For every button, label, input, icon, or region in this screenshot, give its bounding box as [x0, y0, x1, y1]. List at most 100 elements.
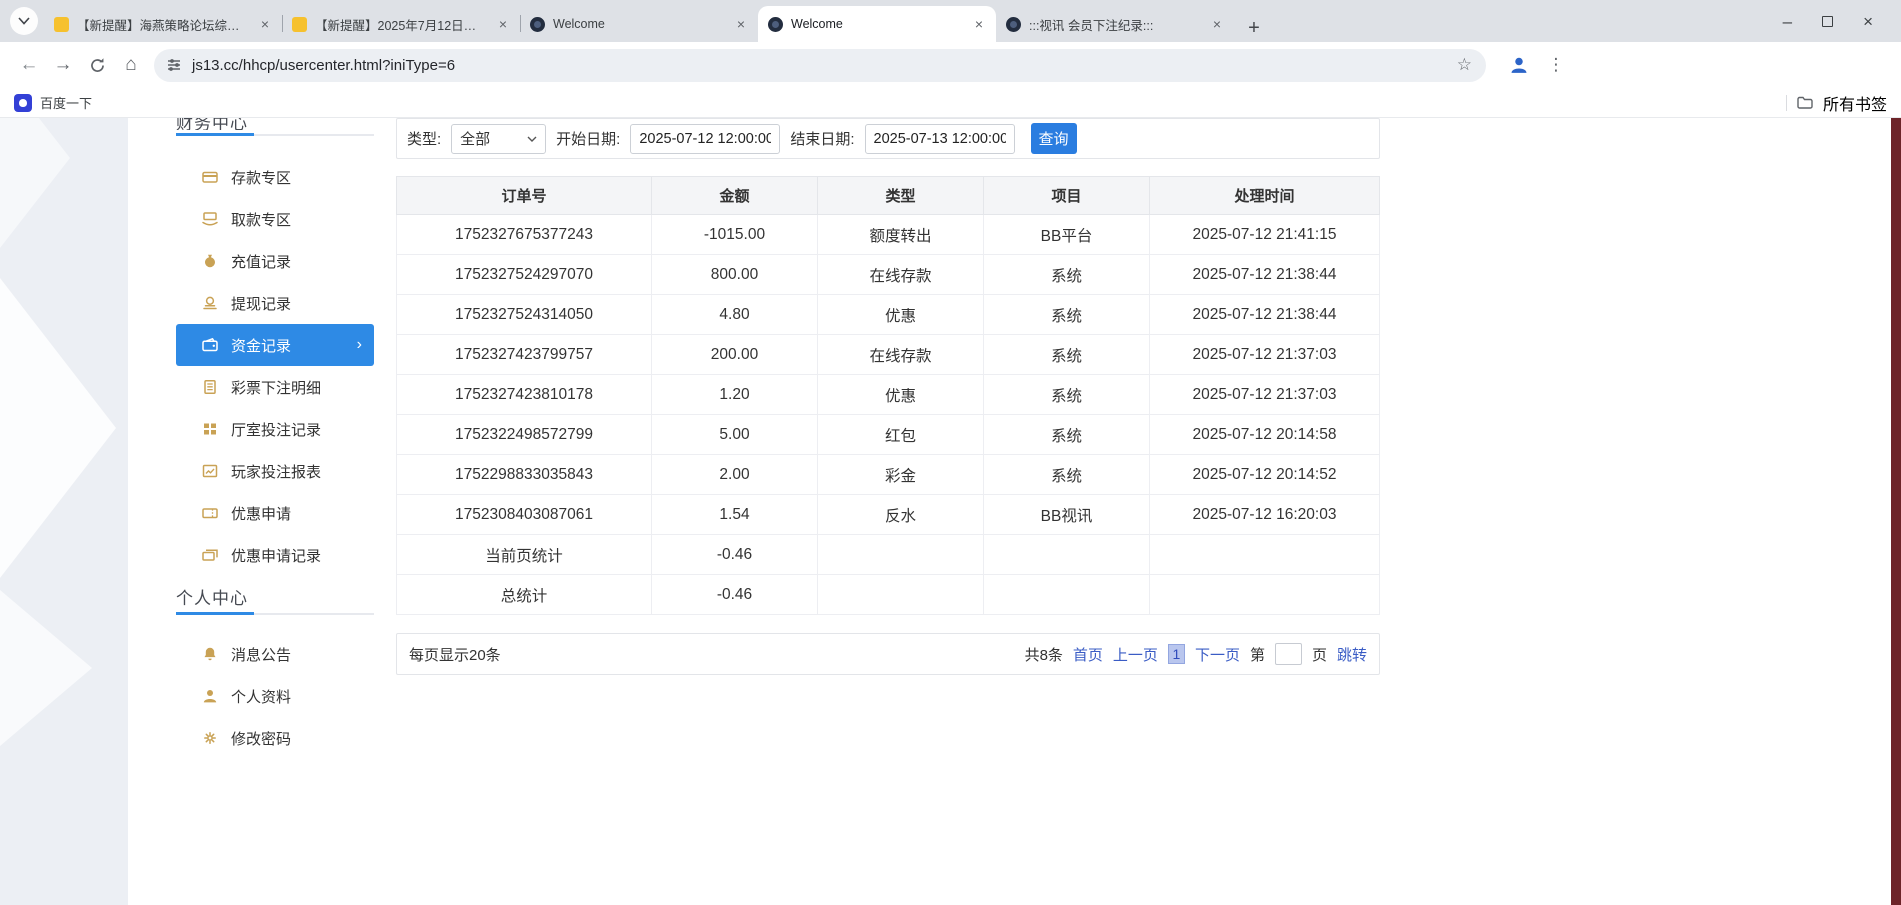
sidebar-item-withdrawal-records[interactable]: 提现记录 [176, 282, 374, 324]
tab-video-bet-records[interactable]: :::视讯 会员下注纪录::: × [996, 6, 1234, 42]
start-date-input[interactable] [630, 124, 780, 154]
sidebar-item-change-password[interactable]: 修改密码 [176, 717, 374, 759]
bookmark-star-icon[interactable]: ☆ [1457, 55, 1472, 75]
bookmarks-divider [1786, 95, 1787, 111]
bookmark-baidu[interactable]: 百度一下 [14, 93, 92, 112]
current-page-badge[interactable]: 1 [1168, 644, 1185, 664]
sidebar-item-player-bet-report[interactable]: 玩家投注报表 [176, 450, 374, 492]
refresh-icon[interactable] [80, 48, 114, 82]
prev-page-link[interactable]: 上一页 [1113, 644, 1158, 665]
tab-welcome-1[interactable]: Welcome × [520, 6, 758, 42]
maximize-icon[interactable] [1822, 16, 1833, 27]
sidebar: 财务中心 存款专区 取款专区 充值记录 提现记录 资金记录 [176, 118, 374, 759]
section-underline [176, 613, 374, 615]
all-bookmarks[interactable]: 所有书签 [1786, 91, 1887, 115]
total-count-label: 共8条 [1025, 644, 1063, 665]
tab-title: Welcome [553, 17, 724, 31]
first-page-link[interactable]: 首页 [1073, 644, 1103, 665]
jump-link[interactable]: 跳转 [1337, 644, 1367, 665]
browser-menu-kebab-icon[interactable]: ⋮ [1542, 51, 1570, 79]
sidebar-item-funds-records[interactable]: 资金记录 › [176, 324, 374, 366]
background-triangle-decoration [0, 118, 70, 248]
query-button[interactable]: 查询 [1031, 123, 1077, 154]
tab-title: 【新提醒】海燕策略论坛综合交 [77, 15, 248, 34]
dark-site-favicon [530, 17, 545, 32]
cashout-coin-icon [201, 296, 218, 311]
funds-records-table: 订单号 金额 类型 项目 处理时间 1752327675377243-1015.… [396, 176, 1380, 615]
yellow-site-favicon [292, 17, 307, 32]
table-header-row: 订单号 金额 类型 项目 处理时间 [397, 177, 1380, 215]
chevron-down-icon [18, 17, 30, 25]
sidebar-item-lottery-bet-details[interactable]: 彩票下注明细 [176, 366, 374, 408]
user-icon [201, 689, 218, 704]
tab-reminder-date[interactable]: 【新提醒】2025年7月12日【全 × [282, 6, 520, 42]
browser-toolbar: ← → ⌂ js13.cc/hhcp/usercenter.html?iniTy… [0, 42, 1901, 88]
coupon-ticket-icon [201, 506, 218, 521]
bookmark-label: 百度一下 [40, 93, 92, 112]
next-page-link[interactable]: 下一页 [1195, 644, 1240, 665]
tab-close-icon[interactable]: × [732, 15, 750, 33]
new-tab-button[interactable]: + [1240, 14, 1268, 42]
end-date-label: 结束日期: [790, 128, 854, 149]
sidebar-item-withdraw-zone[interactable]: 取款专区 [176, 198, 374, 240]
tab-close-icon[interactable]: × [256, 15, 274, 33]
background-triangle-decoration [0, 278, 116, 578]
url-text: js13.cc/hhcp/usercenter.html?iniType=6 [192, 57, 455, 74]
forward-icon[interactable]: → [46, 48, 80, 82]
table-row: 17523274238101781.20优惠系统2025-07-12 21:37… [397, 375, 1380, 415]
table-row: 17523224985727995.00红包系统2025-07-12 20:14… [397, 415, 1380, 455]
page-content: 财务中心 存款专区 取款专区 充值记录 提现记录 资金记录 [128, 118, 1891, 905]
window-close-icon[interactable]: × [1863, 13, 1873, 30]
sidebar-item-promo-apply-records[interactable]: 优惠申请记录 [176, 534, 374, 576]
sidebar-item-recharge-records[interactable]: 充值记录 [176, 240, 374, 282]
site-settings-tune-icon [166, 57, 182, 73]
type-select[interactable]: 全部 [451, 124, 546, 154]
tab-search-button[interactable] [10, 7, 38, 35]
sidebar-item-personal-profile[interactable]: 个人资料 [176, 675, 374, 717]
tab-close-icon[interactable]: × [494, 15, 512, 33]
table-row: 1752327423799757200.00在线存款系统2025-07-12 2… [397, 335, 1380, 375]
background-window-strip [1891, 118, 1901, 905]
table-row: 1752327524297070800.00在线存款系统2025-07-12 2… [397, 255, 1380, 295]
sidebar-item-message-announcements[interactable]: 消息公告 [176, 633, 374, 675]
col-project: 项目 [984, 177, 1150, 215]
tab-list: 【新提醒】海燕策略论坛综合交 × 【新提醒】2025年7月12日【全 × Wel… [44, 0, 1268, 42]
tab-title: Welcome [791, 17, 962, 31]
window-controls: – × [1783, 0, 1873, 42]
table-row: 17523275243140504.80优惠系统2025-07-12 21:38… [397, 295, 1380, 335]
chevron-down-icon [527, 136, 537, 142]
sidebar-item-hall-bet-records[interactable]: 厅室投注记录 [176, 408, 374, 450]
col-type: 类型 [818, 177, 984, 215]
tab-close-icon[interactable]: × [970, 15, 988, 33]
money-bag-icon [201, 254, 218, 269]
table-row: 17522988330358432.00彩金系统2025-07-12 20:14… [397, 455, 1380, 495]
section-underline-accent [176, 612, 254, 615]
tab-title: 【新提醒】2025年7月12日【全 [315, 15, 486, 34]
table-row: 17523084030870611.54反水BB视讯2025-07-12 16:… [397, 495, 1380, 535]
type-select-value: 全部 [460, 128, 490, 149]
all-bookmarks-label: 所有书签 [1823, 91, 1887, 115]
section-underline [176, 134, 374, 136]
gear-icon [201, 731, 218, 746]
sidebar-item-deposit-zone[interactable]: 存款专区 [176, 156, 374, 198]
col-amount: 金额 [652, 177, 818, 215]
bell-icon [201, 647, 218, 662]
start-date-label: 开始日期: [556, 128, 620, 149]
sidebar-item-promo-apply[interactable]: 优惠申请 [176, 492, 374, 534]
tab-close-icon[interactable]: × [1208, 15, 1226, 33]
minimize-icon[interactable]: – [1783, 13, 1792, 30]
home-icon[interactable]: ⌂ [114, 48, 148, 82]
deposit-card-icon [201, 170, 218, 185]
end-date-input[interactable] [865, 124, 1015, 154]
tab-hainyan-forum[interactable]: 【新提醒】海燕策略论坛综合交 × [44, 6, 282, 42]
baidu-favicon [14, 94, 32, 112]
back-icon[interactable]: ← [12, 48, 46, 82]
profile-avatar-icon[interactable] [1504, 50, 1534, 80]
per-page-label: 每页显示20条 [409, 644, 501, 665]
url-bar[interactable]: js13.cc/hhcp/usercenter.html?iniType=6 ☆ [154, 49, 1486, 82]
funds-wallet-icon [201, 338, 218, 353]
browser-tab-strip: 【新提醒】海燕策略论坛综合交 × 【新提醒】2025年7月12日【全 × Wel… [0, 0, 1901, 42]
tab-welcome-active[interactable]: Welcome × [758, 6, 996, 42]
webpage-viewport: 财务中心 存款专区 取款专区 充值记录 提现记录 资金记录 [0, 118, 1901, 905]
page-jump-input[interactable] [1275, 643, 1302, 665]
